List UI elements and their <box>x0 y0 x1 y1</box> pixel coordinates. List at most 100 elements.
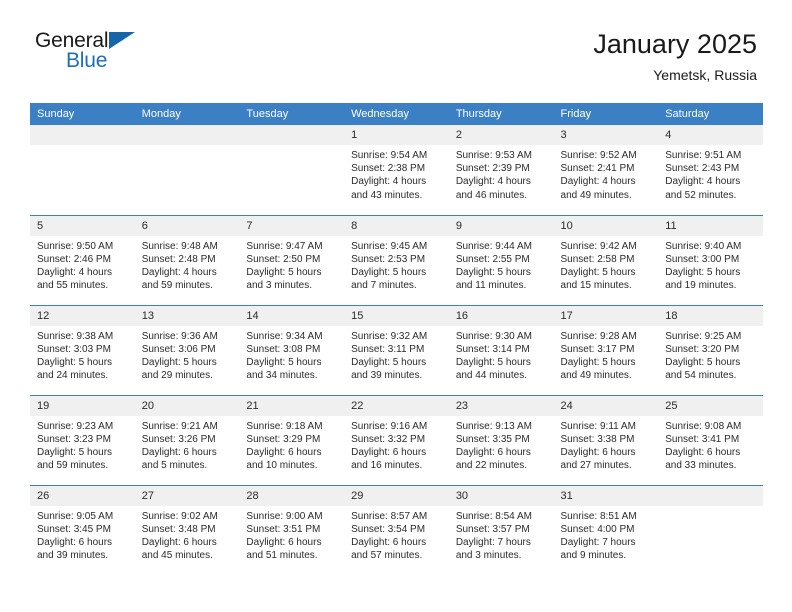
calendar-day-cell[interactable]: 30 Sunrise: 8:54 AM Sunset: 3:57 PM Dayligh… <box>448 484 554 575</box>
sunrise-text: Sunrise: 9:25 AM <box>665 330 742 342</box>
calendar-day-cell[interactable]: 6 Sunrise: 9:48 AM Sunset: 2:48 PM Daylight… <box>134 214 240 305</box>
calendar-day-cell[interactable]: 31 Sunrise: 8:51 AM Sunset: 4:00 PM Dayligh… <box>553 484 659 575</box>
day-number <box>30 125 135 145</box>
daylight-text-line1: Daylight: 5 hours <box>351 266 427 278</box>
sunset-text: Sunset: 3:38 PM <box>560 433 635 445</box>
daylight-text-line2: and 59 minutes. <box>37 460 109 472</box>
page-subtitle: Yemetsk, Russia <box>653 67 757 83</box>
calendar-day-cell[interactable]: 20 Sunrise: 9:21 AM Sunset: 3:26 PM Dayligh… <box>134 394 240 485</box>
daylight-text-line2: and 52 minutes. <box>665 189 737 201</box>
day-number: 8 <box>344 215 449 236</box>
sunset-text: Sunset: 3:29 PM <box>246 433 321 445</box>
day-details: Sunrise: 9:48 AM Sunset: 2:48 PM Daylight:… <box>135 236 240 293</box>
sunset-text: Sunset: 2:38 PM <box>351 163 426 175</box>
daylight-text-line2: and 51 minutes. <box>246 550 318 562</box>
day-number: 24 <box>553 395 659 416</box>
day-number: 9 <box>448 215 554 236</box>
day-details: Sunrise: 9:36 AM Sunset: 3:06 PM Daylight:… <box>135 326 240 383</box>
daylight-text-line1: Daylight: 6 hours <box>246 536 322 548</box>
sunrise-text: Sunrise: 9:50 AM <box>37 240 114 252</box>
daylight-text-line1: Daylight: 6 hours <box>246 446 322 458</box>
calendar-day-cell[interactable]: 1 Sunrise: 9:54 AM Sunset: 2:38 PM Daylight… <box>344 125 449 215</box>
sunset-text: Sunset: 2:53 PM <box>351 253 426 265</box>
calendar-day-cell[interactable]: 12 Sunrise: 9:38 AM Sunset: 3:03 PM Dayligh… <box>30 304 135 395</box>
daylight-text-line1: Daylight: 5 hours <box>246 356 322 368</box>
day-number <box>239 125 345 145</box>
sunset-text: Sunset: 3:06 PM <box>141 343 216 355</box>
calendar-day-cell[interactable]: 8 Sunrise: 9:45 AM Sunset: 2:53 PM Daylight… <box>344 214 449 305</box>
sunrise-text: Sunrise: 9:34 AM <box>246 330 323 342</box>
day-details: Sunrise: 9:53 AM Sunset: 2:39 PM Daylight:… <box>449 145 554 202</box>
sunrise-text: Sunrise: 8:51 AM <box>560 510 637 522</box>
calendar-day-cell[interactable]: 19 Sunrise: 9:23 AM Sunset: 3:23 PM Dayligh… <box>30 394 135 485</box>
day-number: 16 <box>448 305 554 326</box>
calendar-day-cell[interactable]: 11 Sunrise: 9:40 AM Sunset: 3:00 PM Dayligh… <box>658 214 763 305</box>
day-details: Sunrise: 9:13 AM Sunset: 3:35 PM Daylight:… <box>449 416 554 473</box>
daylight-text-line2: and 22 minutes. <box>455 460 527 472</box>
calendar-table: Sunday Monday Tuesday Wednesday Thursday… <box>30 103 763 575</box>
calendar-day-cell[interactable]: 29 Sunrise: 8:57 AM Sunset: 3:54 PM Dayligh… <box>344 484 449 575</box>
calendar-day-cell[interactable]: 7 Sunrise: 9:47 AM Sunset: 2:50 PM Daylight… <box>239 214 345 305</box>
calendar-day-cell[interactable]: 21 Sunrise: 9:18 AM Sunset: 3:29 PM Dayligh… <box>239 394 345 485</box>
logo-triangle-icon <box>109 32 135 49</box>
calendar-day-cell[interactable]: 2 Sunrise: 9:53 AM Sunset: 2:39 PM Daylight… <box>448 125 554 215</box>
weekday-header-monday: Monday <box>134 103 240 125</box>
calendar-body: 1 Sunrise: 9:54 AM Sunset: 2:38 PM Daylight… <box>30 125 763 575</box>
day-number: 29 <box>344 485 449 506</box>
calendar-day-cell[interactable]: 24 Sunrise: 9:11 AM Sunset: 3:38 PM Dayligh… <box>553 394 659 485</box>
calendar-day-cell[interactable]: 10 Sunrise: 9:42 AM Sunset: 2:58 PM Dayligh… <box>553 214 659 305</box>
daylight-text-line2: and 9 minutes. <box>560 550 627 562</box>
calendar-day-cell[interactable]: 25 Sunrise: 9:08 AM Sunset: 3:41 PM Dayligh… <box>658 394 763 485</box>
day-details: Sunrise: 9:47 AM Sunset: 2:50 PM Daylight:… <box>239 236 344 293</box>
sunrise-text: Sunrise: 9:18 AM <box>246 420 323 432</box>
daylight-text-line2: and 5 minutes. <box>141 460 208 472</box>
day-details: Sunrise: 9:40 AM Sunset: 3:00 PM Daylight:… <box>658 236 763 293</box>
calendar-day-cell[interactable]: 15 Sunrise: 9:32 AM Sunset: 3:11 PM Dayligh… <box>344 304 449 395</box>
day-number: 25 <box>658 395 763 416</box>
sunrise-text: Sunrise: 8:54 AM <box>455 510 532 522</box>
calendar-day-cell[interactable]: 17 Sunrise: 9:28 AM Sunset: 3:17 PM Dayligh… <box>553 304 659 395</box>
day-details: Sunrise: 9:23 AM Sunset: 3:23 PM Daylight:… <box>30 416 135 473</box>
weekday-header-saturday: Saturday <box>658 103 763 125</box>
calendar-day-cell[interactable]: 22 Sunrise: 9:16 AM Sunset: 3:32 PM Dayligh… <box>344 394 449 485</box>
day-number: 14 <box>239 305 345 326</box>
daylight-text-line2: and 3 minutes. <box>246 280 313 292</box>
day-number: 23 <box>448 395 554 416</box>
day-details: Sunrise: 9:32 AM Sunset: 3:11 PM Daylight:… <box>344 326 449 383</box>
sunrise-text: Sunrise: 9:32 AM <box>351 330 428 342</box>
daylight-text-line2: and 57 minutes. <box>351 550 423 562</box>
calendar-day-cell[interactable]: 27 Sunrise: 9:02 AM Sunset: 3:48 PM Dayligh… <box>134 484 240 575</box>
calendar-day-cell[interactable]: 5 Sunrise: 9:50 AM Sunset: 2:46 PM Daylight… <box>30 214 135 305</box>
day-details: Sunrise: 9:25 AM Sunset: 3:20 PM Daylight:… <box>658 326 763 383</box>
daylight-text-line2: and 39 minutes. <box>37 550 109 562</box>
calendar-day-cell[interactable]: 18 Sunrise: 9:25 AM Sunset: 3:20 PM Dayligh… <box>658 304 763 395</box>
calendar-day-cell[interactable]: 9 Sunrise: 9:44 AM Sunset: 2:55 PM Daylight… <box>448 214 554 305</box>
page-header: General Blue January 2025 Yemetsk, Russi… <box>0 28 792 94</box>
day-number: 20 <box>134 395 240 416</box>
sunset-text: Sunset: 3:20 PM <box>665 343 740 355</box>
day-details: Sunrise: 9:21 AM Sunset: 3:26 PM Daylight:… <box>135 416 240 473</box>
daylight-text-line2: and 10 minutes. <box>246 460 318 472</box>
weekday-header-tuesday: Tuesday <box>239 103 345 125</box>
calendar-day-cell[interactable]: 3 Sunrise: 9:52 AM Sunset: 2:41 PM Daylight… <box>553 125 659 215</box>
day-number: 28 <box>239 485 345 506</box>
daylight-text-line2: and 15 minutes. <box>560 280 632 292</box>
day-details: Sunrise: 9:42 AM Sunset: 2:58 PM Daylight:… <box>554 236 659 293</box>
general-blue-logo: General Blue <box>35 28 155 76</box>
daylight-text-line1: Daylight: 6 hours <box>141 536 217 548</box>
daylight-text-line2: and 55 minutes. <box>37 280 109 292</box>
calendar-day-cell[interactable]: 28 Sunrise: 9:00 AM Sunset: 3:51 PM Dayligh… <box>239 484 345 575</box>
calendar-day-cell[interactable]: 13 Sunrise: 9:36 AM Sunset: 3:06 PM Dayligh… <box>134 304 240 395</box>
weekday-header-friday: Friday <box>553 103 659 125</box>
calendar-day-cell[interactable]: 4 Sunrise: 9:51 AM Sunset: 2:43 PM Daylight… <box>658 125 763 215</box>
calendar-day-cell[interactable]: 23 Sunrise: 9:13 AM Sunset: 3:35 PM Dayligh… <box>448 394 554 485</box>
calendar-day-cell[interactable]: 14 Sunrise: 9:34 AM Sunset: 3:08 PM Dayligh… <box>239 304 345 395</box>
sunset-text: Sunset: 3:48 PM <box>141 523 216 535</box>
title-block: January 2025 Yemetsk, Russia <box>593 28 757 85</box>
calendar-day-cell[interactable]: 16 Sunrise: 9:30 AM Sunset: 3:14 PM Dayligh… <box>448 304 554 395</box>
weekday-header-wednesday: Wednesday <box>344 103 449 125</box>
day-details: Sunrise: 9:30 AM Sunset: 3:14 PM Daylight:… <box>449 326 554 383</box>
calendar-day-cell-empty <box>239 125 345 215</box>
calendar-day-cell[interactable]: 26 Sunrise: 9:05 AM Sunset: 3:45 PM Dayligh… <box>30 484 135 575</box>
sunrise-text: Sunrise: 9:40 AM <box>665 240 742 252</box>
